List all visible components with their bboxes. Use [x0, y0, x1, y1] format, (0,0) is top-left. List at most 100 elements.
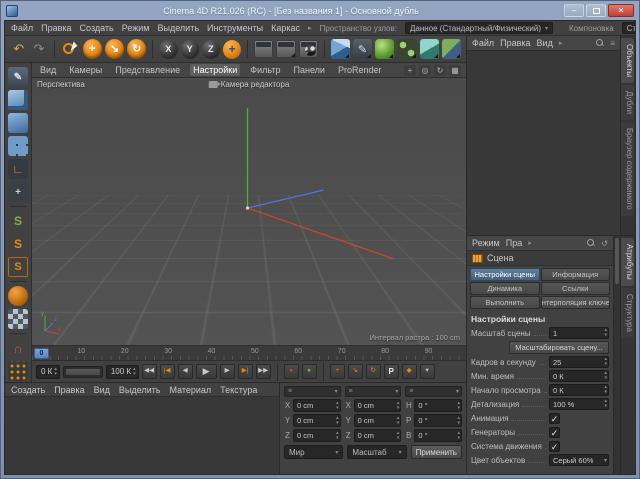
render-picture-viewer-button[interactable]: [276, 40, 296, 58]
z-axis-lock-button[interactable]: Z: [201, 39, 220, 59]
objects-menu-view[interactable]: Вид: [537, 38, 553, 48]
range-end-field[interactable]: 100 К ▴ ▾: [105, 364, 139, 379]
pos-z-field[interactable]: 0 cm ▴ ▾: [293, 429, 341, 442]
next-key-button[interactable]: ▶|: [237, 364, 253, 379]
viewport-menu-filter[interactable]: Фильтр: [247, 64, 283, 76]
attributes-scrollbar[interactable]: [613, 236, 620, 474]
autokey-button[interactable]: ●: [301, 364, 317, 379]
field-button[interactable]: [441, 39, 461, 59]
min-time-field[interactable]: 0 К ▴ ▾: [549, 370, 609, 382]
axis-modification-icon[interactable]: +: [8, 182, 28, 202]
volume-builder-button[interactable]: [419, 39, 439, 59]
key-position-button[interactable]: +: [329, 364, 345, 379]
size-x-field[interactable]: 0 cm ▴ ▾: [353, 399, 402, 412]
object-tree[interactable]: [467, 51, 620, 235]
rot-p-field[interactable]: 0 ° ▴ ▾: [414, 414, 462, 427]
viewport-menu-display[interactable]: Представление: [112, 64, 183, 76]
stepper[interactable]: ▴ ▾: [336, 415, 339, 426]
menu-overflow-icon[interactable]: ▸: [528, 239, 532, 247]
stepper[interactable]: ▴ ▾: [457, 415, 460, 426]
snap-icon[interactable]: ∩: [8, 338, 28, 358]
stepper[interactable]: ▴ ▾: [457, 430, 460, 441]
tab-references[interactable]: Ссылки: [540, 282, 610, 295]
viewport-3d[interactable]: Перспектива Камера редактора y x z Интер…: [32, 78, 466, 345]
stepper[interactable]: ▴ ▾: [397, 400, 400, 411]
titlebar[interactable]: Cinema 4D R21.026 (RC) - [Без названия 1…: [4, 1, 636, 20]
stepper[interactable]: ▴ ▾: [604, 357, 607, 367]
layout-select[interactable]: Стартовая ▾: [621, 22, 635, 34]
project-scale-field[interactable]: 1 ▴ ▾: [549, 327, 609, 339]
search-icon[interactable]: [596, 39, 604, 47]
menu-file[interactable]: Файл: [11, 23, 33, 33]
stepper[interactable]: ▴ ▾: [457, 400, 460, 411]
rotate-view-icon[interactable]: ↻: [434, 64, 446, 76]
filter-icon[interactable]: ≡: [610, 39, 615, 48]
objects-menu-edit[interactable]: Правка: [500, 38, 530, 48]
texture-mode-icon[interactable]: [8, 309, 28, 329]
menu-tools[interactable]: Инструменты: [207, 23, 263, 33]
tab-execute[interactable]: Выполнить: [470, 296, 540, 309]
minimize-button[interactable]: –: [564, 4, 584, 17]
play-button[interactable]: ▶: [195, 364, 217, 379]
motion-system-checkbox[interactable]: ✓: [549, 440, 560, 452]
key-scale-button[interactable]: ↘: [347, 364, 363, 379]
material-list-area[interactable]: [5, 397, 279, 474]
tab-project-settings[interactable]: Настройки сцены: [470, 268, 540, 281]
live-selection-button[interactable]: [61, 39, 80, 59]
preview-start-field[interactable]: 0 К ▴ ▾: [549, 384, 609, 396]
fps-field[interactable]: 25 ▴ ▾: [549, 356, 609, 368]
array-instance-button[interactable]: [397, 39, 417, 59]
solo-off-icon[interactable]: S: [8, 211, 28, 231]
viewport-menu-prorender[interactable]: ProRender: [335, 64, 385, 76]
menu-overflow-icon[interactable]: ▸: [559, 39, 563, 47]
apply-button[interactable]: Применить: [410, 445, 462, 459]
simulate-icon[interactable]: [8, 286, 28, 306]
go-to-end-button[interactable]: ▶▶: [255, 364, 271, 379]
menu-overflow-icon[interactable]: ▸: [308, 24, 312, 32]
selected-object-row[interactable]: Сцена: [467, 251, 613, 266]
generators-checkbox[interactable]: ✓: [549, 426, 560, 438]
scrollbar-thumb[interactable]: [615, 238, 619, 284]
render-settings-button[interactable]: [298, 40, 318, 58]
timeline-ruler[interactable]: 0 0 10 20 30 40 50 60 70 80 90: [32, 345, 466, 361]
subdivision-surface-button[interactable]: [375, 39, 395, 59]
redo-button[interactable]: ↷: [30, 39, 47, 59]
history-icon[interactable]: ↺: [601, 239, 608, 248]
size-z-field[interactable]: 0 cm ▴ ▾: [353, 429, 402, 442]
next-frame-button[interactable]: ▶: [219, 364, 235, 379]
scale-tool-button[interactable]: ↘: [104, 39, 125, 59]
previous-key-button[interactable]: |◀: [159, 364, 175, 379]
viewport-menu-cameras[interactable]: Камеры: [66, 64, 105, 76]
render-view-button[interactable]: [254, 40, 274, 58]
array-mode-icon[interactable]: [8, 136, 28, 156]
rotate-tool-button[interactable]: ↻: [127, 39, 147, 59]
zoom-view-icon[interactable]: ◎: [419, 64, 431, 76]
tab-objects[interactable]: Объекты: [621, 38, 634, 83]
close-button[interactable]: ✕: [608, 4, 634, 17]
stepper[interactable]: ▴ ▾: [397, 415, 400, 426]
maximize-button[interactable]: [586, 4, 606, 17]
preview-range-slider[interactable]: [62, 365, 103, 378]
y-axis-lock-button[interactable]: Y: [180, 39, 199, 59]
undo-button[interactable]: ↶: [10, 39, 27, 59]
tab-info[interactable]: Информация: [540, 268, 610, 281]
rot-h-field[interactable]: 0 ° ▴ ▾: [414, 399, 462, 412]
tab-dynamics[interactable]: Динамика: [470, 282, 540, 295]
stepper[interactable]: ▴ ▾: [604, 328, 607, 338]
object-color-select[interactable]: Серый 60% ▾: [549, 454, 609, 466]
current-frame-marker[interactable]: 0: [34, 348, 49, 359]
tab-content-browser[interactable]: Браузер содержимого: [621, 122, 634, 216]
size-column-select[interactable]: ≡ ▾: [344, 386, 402, 397]
model-mode-icon[interactable]: [8, 90, 28, 110]
material-menu-texture[interactable]: Текстура: [220, 385, 257, 395]
key-parameter-button[interactable]: P: [383, 364, 399, 379]
pen-spline-button[interactable]: ✎: [352, 39, 373, 59]
add-cube-button[interactable]: [330, 39, 350, 59]
transform-mode-select[interactable]: Масштаб ▾: [347, 445, 407, 459]
tab-attributes[interactable]: Атрибуты: [621, 238, 634, 286]
material-menu-create[interactable]: Создать: [11, 385, 45, 395]
menu-mesh[interactable]: Каркас: [271, 23, 300, 33]
objects-menu-file[interactable]: Файл: [472, 38, 494, 48]
pos-y-field[interactable]: 0 cm ▴ ▾: [293, 414, 341, 427]
rotation-column-select[interactable]: ≡ ▾: [405, 386, 462, 397]
